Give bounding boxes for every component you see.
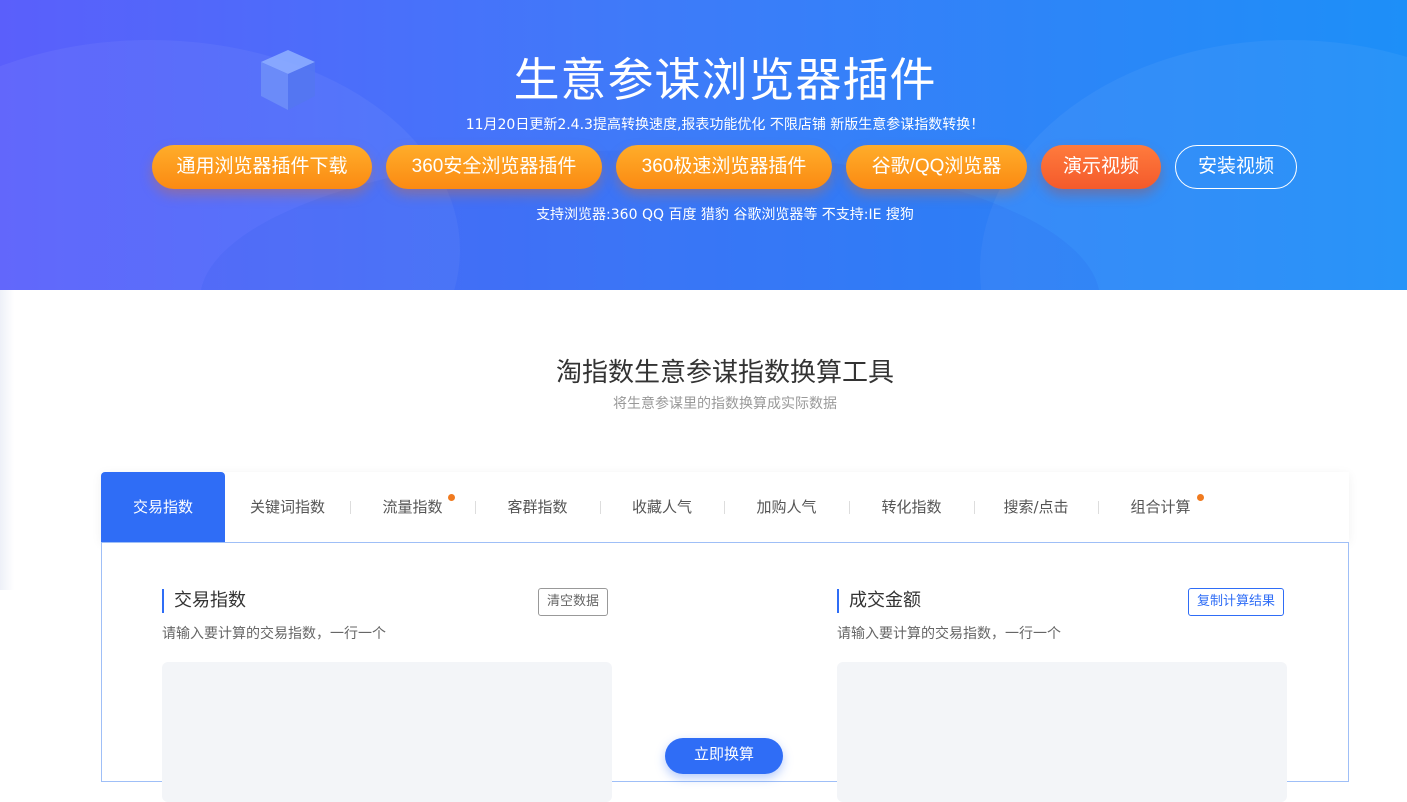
- tab-search-click[interactable]: 搜索/点击: [974, 472, 1098, 542]
- tab-customer-index[interactable]: 客群指数: [475, 472, 600, 542]
- new-badge-dot: [1197, 494, 1204, 501]
- hero-update-note: 11月20日更新2.4.3提高转换速度,报表功能优化 不限店铺 新版生意参谋指数…: [465, 117, 985, 133]
- install-video-button[interactable]: 安装视频: [1175, 145, 1297, 189]
- hero-banner: 生意参谋浏览器插件 11月20日更新2.4.3提高转换速度,报表功能优化 不限店…: [0, 0, 1407, 290]
- tab-cart-popularity[interactable]: 加购人气: [724, 472, 849, 542]
- decorative-shade: [0, 290, 14, 590]
- hero-title: 生意参谋浏览器插件: [513, 53, 937, 107]
- output-column-title: 成交金额: [837, 589, 921, 613]
- tab-conversion-index[interactable]: 转化指数: [849, 472, 974, 542]
- convert-now-button[interactable]: 立即换算: [665, 738, 783, 774]
- index-type-tabs: 交易指数 关键词指数 流量指数 客群指数 收藏人气 加购人气 转化指数 搜索/点…: [101, 472, 1349, 542]
- copy-result-button[interactable]: 复制计算结果: [1188, 588, 1285, 616]
- demo-video-button[interactable]: 演示视频: [1041, 145, 1161, 189]
- download-buttons: 通用浏览器插件下载 360安全浏览器插件 360极速浏览器插件 谷歌/QQ浏览器…: [0, 145, 1407, 191]
- generic-plugin-download-button[interactable]: 通用浏览器插件下载: [152, 145, 372, 189]
- section-subtitle: 将生意参谋里的指数换算成实际数据: [613, 396, 837, 412]
- new-badge-dot: [448, 494, 455, 501]
- tab-keyword-index[interactable]: 关键词指数: [225, 472, 350, 542]
- input-hint: 请输入要计算的交易指数，一行一个: [162, 626, 386, 642]
- tab-trade-index[interactable]: 交易指数: [101, 472, 225, 542]
- tab-combined-calculation[interactable]: 组合计算: [1098, 472, 1223, 542]
- clear-data-button[interactable]: 清空数据: [538, 588, 609, 616]
- output-hint: 请输入要计算的交易指数，一行一个: [837, 626, 1061, 642]
- section-title: 淘指数生意参谋指数换算工具: [555, 358, 894, 388]
- result-output-textarea[interactable]: [837, 662, 1287, 802]
- supported-browsers-note: 支持浏览器:360 QQ 百度 猎豹 谷歌浏览器等 不支持:IE 搜狗: [536, 207, 914, 223]
- chrome-qq-plugin-button[interactable]: 谷歌/QQ浏览器: [846, 145, 1027, 189]
- input-column-title: 交易指数: [162, 589, 246, 613]
- 360-safe-plugin-button[interactable]: 360安全浏览器插件: [386, 145, 602, 189]
- 360-speed-plugin-button[interactable]: 360极速浏览器插件: [616, 145, 832, 189]
- index-input-textarea[interactable]: [162, 662, 612, 802]
- tab-favorite-popularity[interactable]: 收藏人气: [600, 472, 724, 542]
- tab-traffic-index[interactable]: 流量指数: [350, 472, 475, 542]
